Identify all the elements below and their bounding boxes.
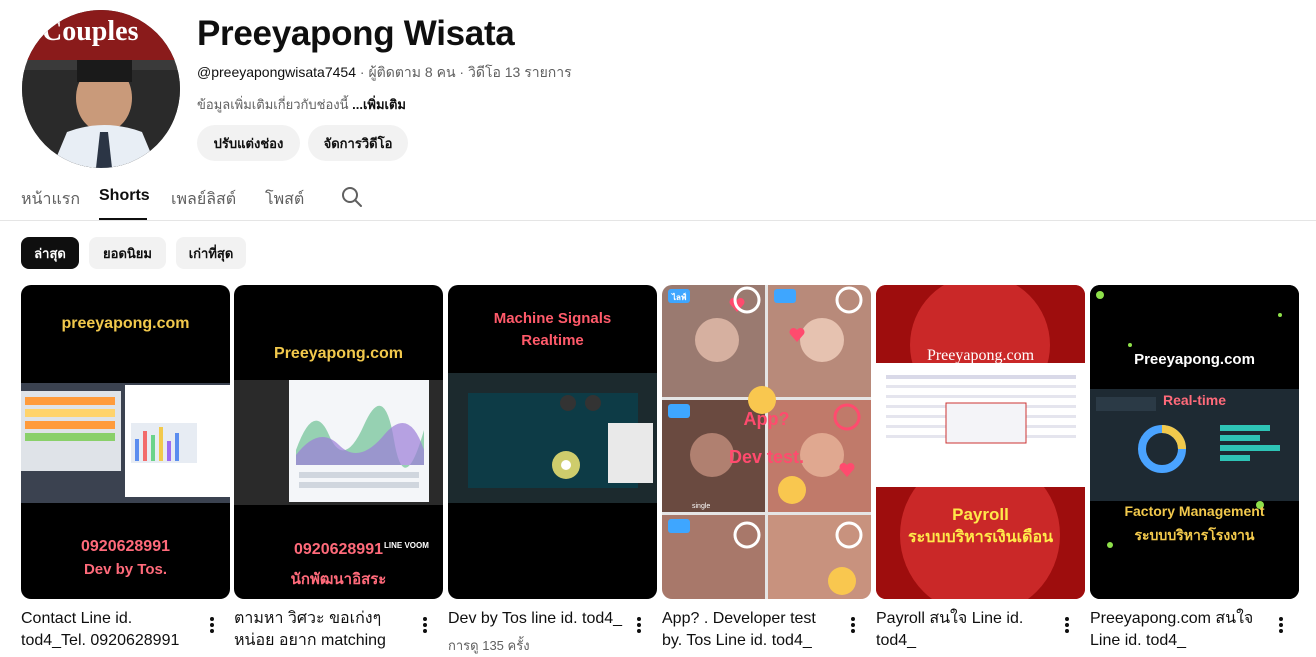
thumb-caption: Dev by Tos. [83, 561, 168, 578]
live-badge: ไลฟ์ [672, 293, 687, 302]
short-title[interactable]: Preeyapong.com สนใจ Line id. tod4_ [1090, 608, 1268, 652]
thumb-screenshot [234, 380, 443, 505]
more-link[interactable]: ...เพิ่มเติม [352, 97, 406, 112]
meta-separator: · [359, 64, 365, 80]
short-item[interactable]: Preeyapong.com Real-time Factory Managem… [1090, 285, 1299, 649]
short-title[interactable]: Contact Line id. tod4_Tel. 0920628991 [21, 608, 199, 652]
short-item[interactable]: preeyapong.com 0920628991 Dev by Tos. Co… [21, 285, 230, 649]
thumb-caption: Preeyapong.com [926, 347, 1035, 364]
thumb-caption: Preeyapong.com [1134, 351, 1255, 368]
thumb-caption: Machine Signals [493, 310, 612, 327]
channel-description[interactable]: ข้อมูลเพิ่มเติมเกี่ยวกับช่องนี้ ...เพิ่ม… [197, 94, 406, 115]
avatar-logo-text: Couples [42, 16, 139, 47]
short-thumbnail[interactable]: Machine Signals Realtime [448, 285, 657, 599]
chip-popular[interactable]: ยอดนิยม [89, 237, 166, 269]
thumb-caption: Realtime [521, 332, 584, 349]
thumb-caption: Payroll [952, 505, 1009, 524]
short-item[interactable]: Machine Signals Realtime Dev by Tos line… [448, 285, 657, 653]
subscriber-count: ผู้ติดตาม 8 คน [368, 64, 456, 80]
channel-avatar[interactable]: Couples [22, 10, 180, 168]
thumb-phone: 0920628991 [81, 538, 170, 555]
channel-meta: @preeyapongwisata7454 · ผู้ติดตาม 8 คน ·… [197, 62, 572, 84]
thumb-caption: Dev test. [728, 447, 805, 467]
chip-latest[interactable]: ล่าสุด [21, 237, 79, 269]
short-title[interactable]: ตามหา วิศวะ ขอเก่งๆ หน่อย อยาก matching [234, 608, 412, 652]
view-count: การดู 135 ครั้ง [448, 638, 530, 653]
short-item[interactable]: ไลฟ์ single App? Dev test. App? . Develo… [662, 285, 871, 649]
customize-channel-button[interactable]: ปรับแต่งช่อง [197, 125, 300, 161]
thumb-photo [448, 373, 657, 503]
short-title[interactable]: App? . Developer test by. Tos Line id. t… [662, 608, 840, 652]
avatar-image: Couples [22, 10, 180, 168]
channel-name: Preeyapong Wisata [197, 14, 515, 53]
thumb-background [1090, 285, 1299, 599]
thumb-caption: นักพัฒนาอิสระ [290, 571, 387, 588]
short-thumbnail[interactable]: Preeyapong.com 0920628991 LINE VOOM นักพ… [234, 285, 443, 599]
short-title[interactable]: Payroll สนใจ Line id. tod4_ [876, 608, 1054, 652]
short-item[interactable]: Preeyapong.com Payroll ระบบบริหารเงินเดื… [876, 285, 1085, 649]
channel-handle: @preeyapongwisata7454 [197, 64, 356, 80]
thumb-collage [662, 285, 871, 599]
more-actions-icon[interactable] [202, 615, 222, 635]
short-thumbnail[interactable]: Preeyapong.com Real-time Factory Managem… [1090, 285, 1299, 599]
manage-videos-button[interactable]: จัดการวิดีโอ [308, 125, 408, 161]
search-icon[interactable] [340, 185, 364, 209]
thumb-background [876, 285, 1085, 599]
thumb-caption: Factory Management [1124, 503, 1265, 519]
short-item[interactable]: Preeyapong.com 0920628991 LINE VOOM นักพ… [234, 285, 443, 649]
meta-separator: · [459, 64, 465, 80]
more-actions-icon[interactable] [843, 615, 863, 635]
thumb-caption: ระบบบริหารเงินเดือน [908, 529, 1053, 546]
thumb-screenshot [21, 383, 230, 503]
more-actions-icon[interactable] [415, 615, 435, 635]
description-text: ข้อมูลเพิ่มเติมเกี่ยวกับช่องนี้ [197, 97, 349, 112]
short-thumbnail[interactable]: Preeyapong.com Payroll ระบบบริหารเงินเดื… [876, 285, 1085, 599]
single-label: single [692, 503, 711, 510]
video-count: วิดีโอ 13 รายการ [467, 64, 572, 80]
thumb-caption: Real-time [1162, 392, 1227, 408]
chip-oldest[interactable]: เก่าที่สุด [176, 237, 246, 269]
thumb-caption: ระบบบริหารโรงงาน [1134, 527, 1255, 543]
more-actions-icon[interactable] [629, 615, 649, 635]
more-actions-icon[interactable] [1057, 615, 1077, 635]
tab-posts[interactable]: โพสต์ [265, 187, 304, 212]
thumb-caption: preeyapong.com [61, 315, 190, 332]
short-thumbnail[interactable]: preeyapong.com 0920628991 Dev by Tos. [21, 285, 230, 599]
tab-playlists[interactable]: เพลย์ลิสต์ [171, 187, 236, 212]
active-tab-indicator [99, 218, 147, 220]
line-voom-badge: LINE VOOM [384, 541, 429, 550]
channel-tabs: หน้าแรก Shorts เพลย์ลิสต์ โพสต์ [0, 180, 1316, 221]
thumb-caption: App? [743, 409, 790, 429]
thumb-caption: Preeyapong.com [274, 345, 403, 362]
short-thumbnail[interactable]: ไลฟ์ single App? Dev test. [662, 285, 871, 599]
tab-home[interactable]: หน้าแรก [21, 187, 80, 212]
tab-shorts[interactable]: Shorts [99, 187, 150, 205]
more-actions-icon[interactable] [1271, 615, 1291, 635]
